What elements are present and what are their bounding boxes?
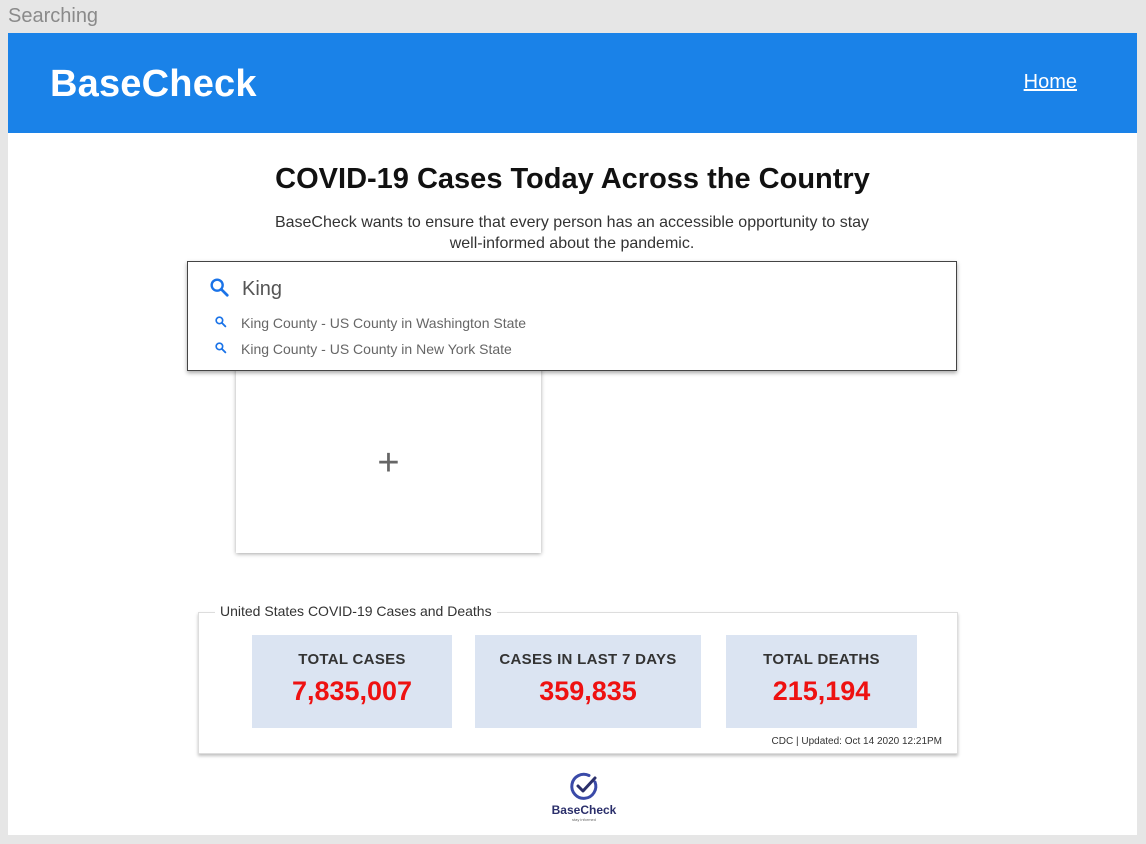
stat-label: CASES IN LAST 7 DAYS xyxy=(499,651,677,668)
stat-value: 215,194 xyxy=(772,676,871,706)
suggestion-label: King County - US County in New York Stat… xyxy=(241,341,512,357)
brand-logo-text: BaseCheck xyxy=(50,63,257,105)
footer-brand: BaseCheck xyxy=(551,803,617,817)
search-icon xyxy=(214,315,227,331)
footer-tagline: stay informed xyxy=(571,817,596,822)
us-stats-panel: United States COVID-19 Cases and Deaths … xyxy=(198,603,958,754)
plus-icon: + xyxy=(377,442,400,484)
stat-total-cases: TOTAL CASES 7,835,007 xyxy=(252,635,452,728)
suggestion-label: King County - US County in Washington St… xyxy=(241,315,527,331)
stat-label: TOTAL DEATHS xyxy=(763,651,880,668)
stat-cases-last-7-days: CASES IN LAST 7 DAYS 359,835 xyxy=(475,635,701,728)
stat-total-deaths: TOTAL DEATHS 215,194 xyxy=(726,635,917,728)
stat-value: 359,835 xyxy=(539,676,637,706)
page: BaseCheck Home COVID-19 Cases Today Acro… xyxy=(8,33,1137,835)
search-suggestion[interactable]: King County - US County in New York Stat… xyxy=(214,341,512,357)
footer-logo: BaseCheck stay informed xyxy=(544,770,624,830)
page-subtitle: BaseCheck wants to ensure that every per… xyxy=(274,214,870,252)
search-input[interactable] xyxy=(242,277,842,301)
search-suggestion[interactable]: King County - US County in Washington St… xyxy=(214,315,526,331)
add-location-card[interactable]: + xyxy=(236,363,541,553)
stat-label: TOTAL CASES xyxy=(298,651,406,668)
page-title: COVID-19 Cases Today Across the Country xyxy=(275,163,870,195)
header-bar: BaseCheck Home xyxy=(8,33,1137,133)
search-icon xyxy=(214,341,227,357)
search-dropdown: King County - US County in Washington St… xyxy=(187,261,957,371)
check-circle-icon xyxy=(570,772,598,800)
search-bar xyxy=(208,276,842,302)
stat-value: 7,835,007 xyxy=(291,676,413,706)
search-icon xyxy=(208,276,230,303)
data-source-note: CDC | Updated: Oct 14 2020 12:21PM xyxy=(771,736,942,747)
artboard-label: Searching xyxy=(8,5,99,27)
home-link[interactable]: Home xyxy=(1024,71,1077,94)
stats-panel-title: United States COVID-19 Cases and Deaths xyxy=(215,603,497,619)
